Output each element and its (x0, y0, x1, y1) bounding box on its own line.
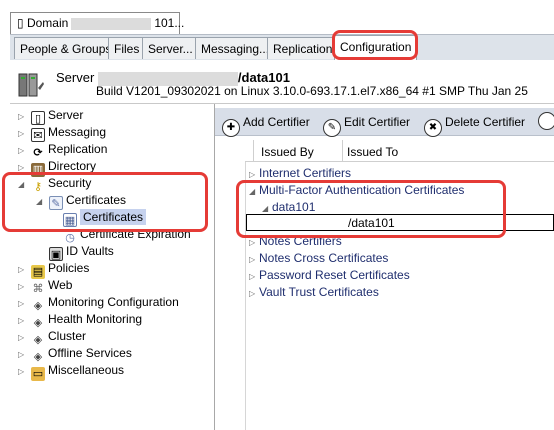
tree-item-server[interactable]: ▷ ▯ Server (18, 107, 84, 125)
tab-people-groups[interactable]: People & Groups (14, 37, 118, 59)
row-label: Vault Trust Certificates (259, 285, 379, 299)
expand-arrow-icon[interactable]: ▷ (18, 313, 28, 329)
tree-label: Cluster (48, 329, 87, 343)
expand-arrow-icon[interactable]: ▷ (249, 286, 259, 302)
tree-item-replication[interactable]: ▷ ⟳ Replication (18, 141, 108, 159)
expand-arrow-icon[interactable]: ▷ (18, 262, 28, 278)
more-icon (538, 112, 554, 130)
highlight-box-mfa-certificates (236, 180, 506, 238)
tree-item-messaging[interactable]: ▷ ✉ Messaging (18, 124, 107, 142)
pencil-icon: ✎ (323, 119, 341, 137)
redacted-text (71, 17, 152, 30)
tree-item-health-monitoring[interactable]: ▷ ◈ Health Monitoring (18, 311, 143, 329)
expand-arrow-icon[interactable]: ▷ (18, 109, 28, 125)
tree-label: Messaging (48, 125, 107, 139)
window-tab-prefix: Domain (26, 16, 69, 30)
expand-arrow-icon[interactable]: ▷ (18, 143, 28, 159)
highlight-box-configuration-tab (332, 30, 418, 60)
database-icon: ▯ (17, 16, 24, 30)
expand-arrow-icon[interactable]: ▷ (18, 279, 28, 295)
column-issued-by[interactable]: Issued By (261, 145, 314, 159)
column-separator[interactable] (342, 140, 343, 162)
expand-arrow-icon[interactable]: ▷ (249, 269, 259, 285)
add-certifier-button[interactable]: ✚ Add Certifier (222, 110, 310, 137)
messaging-icon: ✉ (31, 128, 45, 142)
vault-icon: ▣ (49, 247, 63, 261)
tree-label: Server (48, 108, 84, 122)
more-button[interactable] (538, 110, 554, 134)
window-tab-domain[interactable]: ▯ Domain 101... (10, 12, 184, 34)
tab-files[interactable]: Files (108, 37, 146, 59)
tree-item-offline-services[interactable]: ▷ ◈ Offline Services (18, 345, 132, 363)
tree-label: Health Monitoring (48, 312, 143, 326)
tree-label: Miscellaneous (48, 363, 125, 377)
tab-server[interactable]: Server... (142, 37, 199, 59)
tab-replication[interactable]: Replication (267, 37, 339, 59)
row-label: Password Reset Certificates (259, 268, 410, 282)
delete-certifier-label: Delete Certifier (445, 115, 526, 129)
expand-arrow-icon[interactable]: ▷ (249, 252, 259, 268)
add-certifier-label: Add Certifier (243, 115, 310, 129)
server-icon (16, 70, 46, 100)
add-certifier-icon: ✚ (222, 119, 240, 137)
delete-certifier-button[interactable]: ✖ Delete Certifier (424, 110, 526, 137)
tree-item-miscellaneous[interactable]: ▷ ▭ Miscellaneous (18, 362, 125, 381)
row-internet-certifiers[interactable]: ▷ Internet Certifiers (249, 165, 351, 181)
row-notes-cross-certificates[interactable]: ▷ Notes Cross Certificates (249, 250, 388, 266)
tree-item-cluster[interactable]: ▷ ◈ Cluster (18, 328, 87, 346)
tree-label: Policies (48, 261, 90, 275)
expand-arrow-icon[interactable]: ▷ (18, 364, 28, 380)
tree-label: ID Vaults (66, 244, 114, 258)
tree-label: Offline Services (48, 346, 132, 360)
tree-item-web[interactable]: ▷ ⌘ Web (18, 277, 73, 295)
edit-certifier-label: Edit Certifier (344, 115, 411, 129)
tree-label: Web (48, 278, 73, 292)
tree-label: Monitoring Configuration (48, 295, 179, 309)
row-password-reset-certificates[interactable]: ▷ Password Reset Certificates (249, 267, 410, 283)
delete-icon: ✖ (424, 119, 442, 137)
edit-certifier-button[interactable]: ✎ Edit Certifier (323, 110, 411, 137)
expand-arrow-icon[interactable]: ▷ (18, 126, 28, 142)
expand-arrow-icon[interactable]: ▷ (18, 296, 28, 312)
window-tab-suffix: 101... (154, 16, 185, 30)
tree-item-id-vaults[interactable]: ▣ ID Vaults (46, 243, 114, 261)
column-issued-to[interactable]: Issued To (347, 145, 398, 159)
row-vault-trust-certificates[interactable]: ▷ Vault Trust Certificates (249, 284, 379, 300)
tree-item-policies[interactable]: ▷ ▤ Policies (18, 260, 90, 279)
expand-arrow-icon[interactable]: ▷ (18, 330, 28, 346)
row-label: Internet Certifiers (259, 166, 352, 180)
folder-icon: ▭ (31, 367, 45, 381)
tab-messaging[interactable]: Messaging... (195, 37, 276, 59)
server-prefix: Server (56, 70, 95, 85)
column-separator (253, 140, 254, 162)
build-info: Build V1201_09302021 on Linux 3.10.0-693… (96, 84, 528, 98)
server-icon: ▯ (31, 111, 45, 125)
row-label: Notes Cross Certificates (259, 251, 389, 265)
server-suffix: /data101 (237, 70, 290, 85)
expand-arrow-icon[interactable]: ▷ (18, 347, 28, 363)
tree-item-monitoring-configuration[interactable]: ▷ ◈ Monitoring Configuration (18, 294, 179, 312)
highlight-box-certificates-tree (2, 172, 208, 232)
tree-label: Replication (48, 142, 108, 156)
